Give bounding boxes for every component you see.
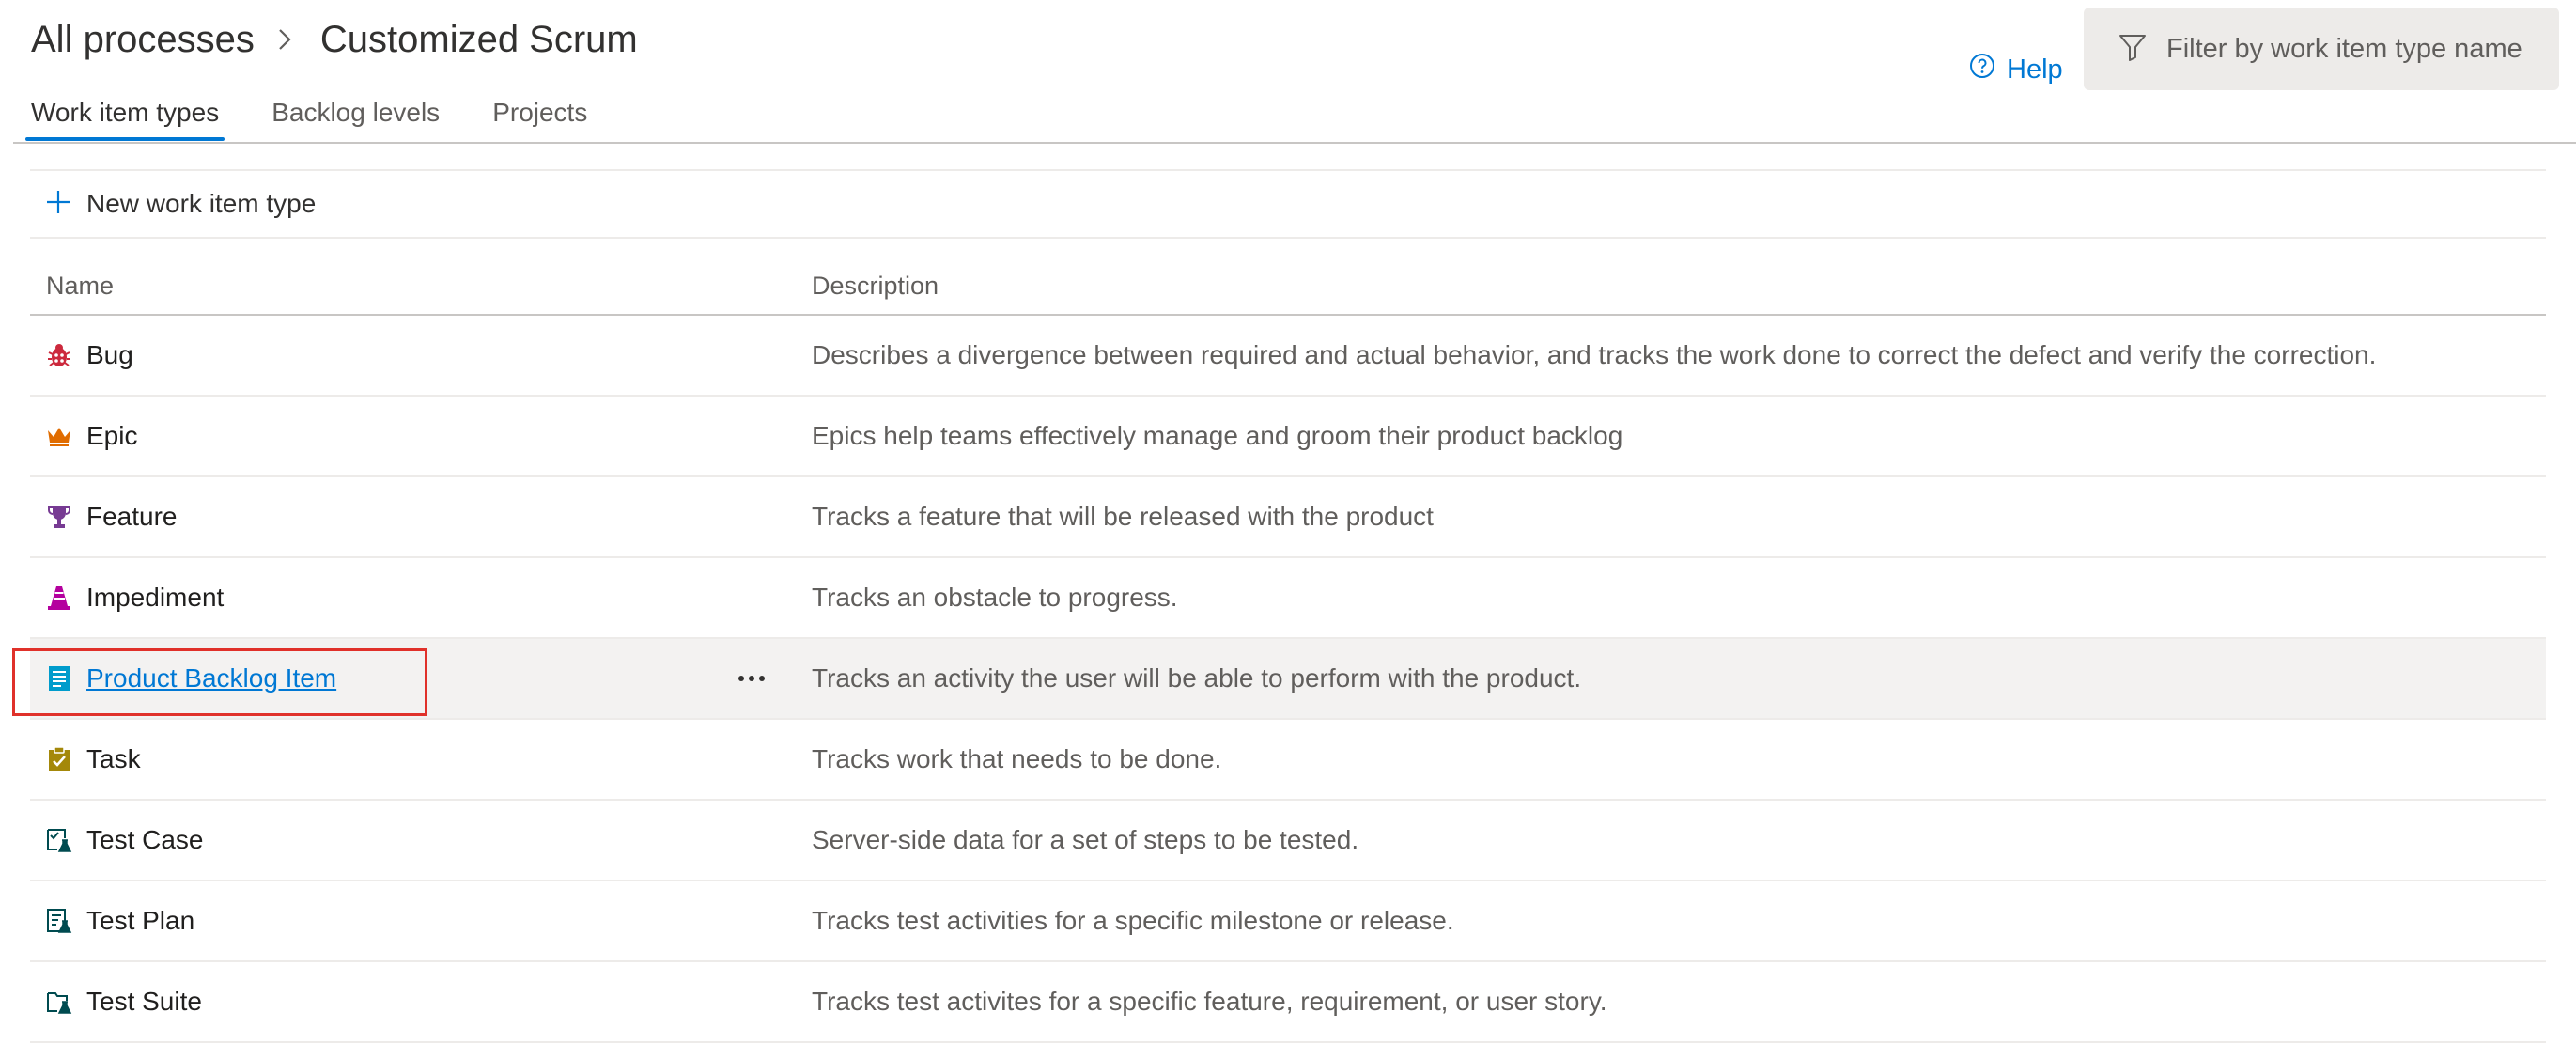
work-item-description: Tracks an obstacle to progress. <box>812 583 1178 612</box>
table-row[interactable]: Task Tracks work that needs to be done. <box>30 720 2546 801</box>
new-work-item-type-label: New work item type <box>86 189 317 218</box>
breadcrumb-current: Customized Scrum <box>319 18 638 60</box>
table-row[interactable]: Test Suite Tracks test activites for a s… <box>30 962 2546 1043</box>
bug-icon <box>45 341 73 369</box>
breadcrumb-root[interactable]: All processes <box>31 19 255 61</box>
tab-projects[interactable]: Projects <box>489 92 590 145</box>
table-row[interactable]: Bug Describes a divergence between requi… <box>30 316 2546 397</box>
breadcrumb: All processes Customized Scrum <box>31 13 638 66</box>
table-row[interactable]: Epic Epics help teams effectively manage… <box>30 397 2546 477</box>
work-item-name: Epic <box>86 421 138 450</box>
work-item-description: Tracks test activites for a specific fea… <box>812 987 1607 1016</box>
work-item-name: Impediment <box>86 583 225 612</box>
work-item-name: Bug <box>86 340 133 369</box>
crown-icon <box>45 422 73 450</box>
tab-bar: Work item types Backlog levels Projects <box>24 92 637 145</box>
traffic-cone-icon <box>45 584 73 612</box>
filter-icon <box>2118 32 2148 67</box>
table-row-selected[interactable]: Product Backlog Item Tracks an activity … <box>30 639 2546 720</box>
work-item-description: Describes a divergence between required … <box>812 340 2377 369</box>
work-item-name: Test Case <box>86 825 204 854</box>
list-icon <box>45 664 73 693</box>
help-circle-icon <box>1969 53 1995 86</box>
work-item-name: Test Suite <box>86 987 202 1016</box>
column-header-name[interactable]: Name <box>30 272 812 301</box>
work-item-description: Tracks an activity the user will be able… <box>812 663 1582 693</box>
test-suite-icon <box>45 988 73 1016</box>
tab-backlog-levels[interactable]: Backlog levels <box>269 92 442 145</box>
work-item-description: Tracks work that needs to be done. <box>812 744 1222 773</box>
work-item-description: Epics help teams effectively manage and … <box>812 421 1623 450</box>
table-header: Name Description <box>30 239 2546 316</box>
header-divider <box>13 142 2576 144</box>
table-row[interactable]: Feature Tracks a feature that will be re… <box>30 477 2546 558</box>
work-item-types-panel: New work item type Name Description Bug … <box>30 169 2546 1043</box>
work-item-name: Task <box>86 744 141 773</box>
more-actions-icon[interactable] <box>733 664 770 693</box>
help-link[interactable]: Help <box>1969 51 2063 88</box>
plus-icon <box>45 189 71 220</box>
work-item-description: Server-side data for a set of steps to b… <box>812 825 1359 854</box>
table-row[interactable]: Impediment Tracks an obstacle to progres… <box>30 558 2546 639</box>
trophy-icon <box>45 503 73 531</box>
filter-input[interactable] <box>2165 32 2525 66</box>
filter-box <box>2084 8 2559 90</box>
chevron-right-icon <box>275 26 302 53</box>
work-item-description: Tracks a feature that will be released w… <box>812 502 1434 531</box>
column-header-description[interactable]: Description <box>812 272 939 301</box>
work-item-description: Tracks test activities for a specific mi… <box>812 906 1454 935</box>
table-row[interactable]: Test Plan Tracks test activities for a s… <box>30 881 2546 962</box>
work-item-name-link[interactable]: Product Backlog Item <box>86 663 336 693</box>
clipboard-check-icon <box>45 745 73 773</box>
work-item-name: Feature <box>86 502 178 531</box>
help-label: Help <box>2007 54 2063 85</box>
work-item-name: Test Plan <box>86 906 195 935</box>
new-work-item-type-button[interactable]: New work item type <box>30 171 2546 239</box>
tab-work-item-types[interactable]: Work item types <box>24 92 225 145</box>
test-case-icon <box>45 826 73 854</box>
test-plan-icon <box>45 907 73 935</box>
table-row[interactable]: Test Case Server-side data for a set of … <box>30 801 2546 881</box>
